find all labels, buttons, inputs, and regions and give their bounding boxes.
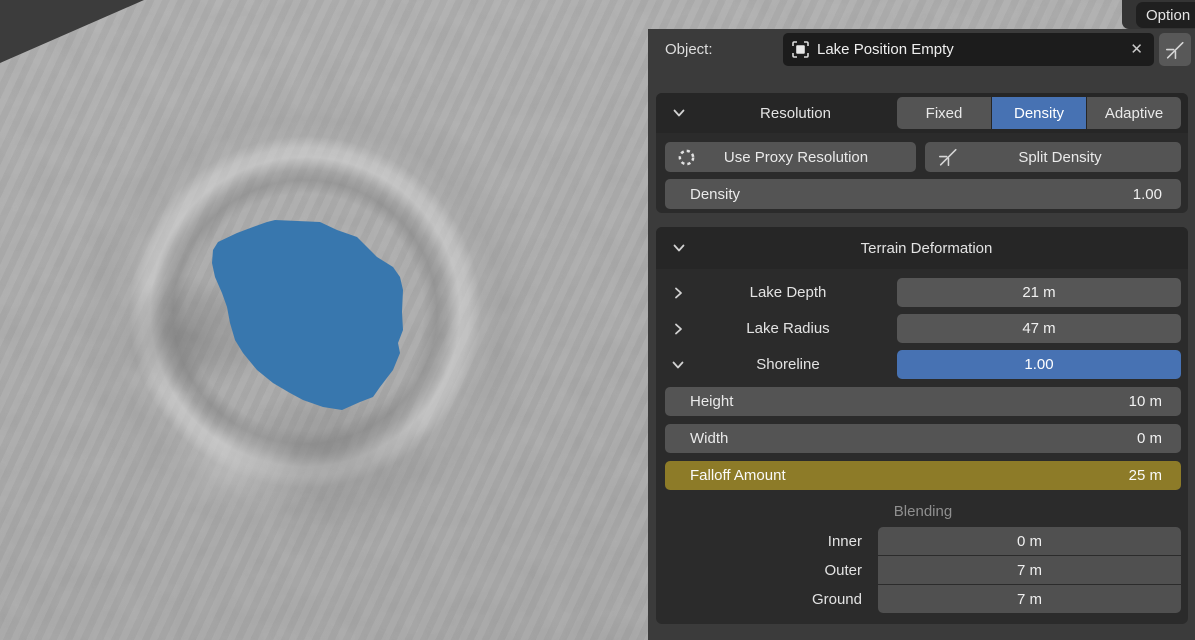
blending-label: Blending <box>665 503 1181 523</box>
resolution-section: Resolution Fixed Density Adaptive Use Pr… <box>656 93 1188 213</box>
object-picker-button[interactable] <box>1159 33 1191 66</box>
chevron-down-icon[interactable] <box>672 106 694 120</box>
chevron-down-icon[interactable] <box>671 358 693 372</box>
options-dropdown-button[interactable]: Option <box>1136 2 1195 28</box>
lake-depth-label: Lake Depth <box>693 284 897 301</box>
falloff-amount-value: 25 m <box>1129 467 1162 484</box>
object-label: Object: <box>665 41 783 58</box>
resolution-header[interactable]: Resolution Fixed Density Adaptive <box>656 93 1188 133</box>
terrain-deformation-title: Terrain Deformation <box>694 240 1159 257</box>
split-density-button[interactable]: Split Density <box>925 142 1181 172</box>
shoreline-sub-sliders: Height 10 m Width 0 m Falloff Amount 25 … <box>665 387 1181 490</box>
lake-radius-row: Lake Radius 47 m <box>665 314 1181 343</box>
density-value: 1.00 <box>1133 186 1162 203</box>
resolution-mode-segmented: Fixed Density Adaptive <box>897 97 1181 129</box>
blending-ground-row: Ground 7 m <box>665 585 1181 613</box>
terrain-deformation-section: Terrain Deformation Lake Depth 21 m Lake… <box>656 227 1188 624</box>
width-label: Width <box>690 430 1137 447</box>
resolution-body: Use Proxy Resolution <box>656 133 1188 213</box>
inner-field[interactable]: 0 m <box>878 527 1181 555</box>
falloff-amount-label: Falloff Amount <box>690 467 1129 484</box>
mode-adaptive-button[interactable]: Adaptive <box>1087 97 1181 129</box>
blending-rows: Inner 0 m Outer 7 m Ground 7 m <box>665 527 1181 613</box>
app-window: Option Object: Lake Position Empty ✕ <box>0 0 1195 640</box>
blending-outer-row: Outer 7 m <box>665 556 1181 584</box>
use-proxy-resolution-button[interactable]: Use Proxy Resolution <box>665 142 916 172</box>
clear-object-icon[interactable]: ✕ <box>1127 40 1146 59</box>
terrain-deformation-header[interactable]: Terrain Deformation <box>656 227 1188 269</box>
chevron-right-icon[interactable] <box>671 286 693 300</box>
width-value: 0 m <box>1137 430 1162 447</box>
height-label: Height <box>690 393 1129 410</box>
object-data-icon <box>792 41 809 58</box>
mode-fixed-button[interactable]: Fixed <box>897 97 991 129</box>
falloff-amount-slider[interactable]: Falloff Amount 25 m <box>665 461 1181 490</box>
inner-label: Inner <box>665 533 878 550</box>
object-select-field[interactable]: Lake Position Empty ✕ <box>783 33 1154 66</box>
object-row: Object: Lake Position Empty ✕ <box>665 33 1191 66</box>
outer-label: Outer <box>665 562 878 579</box>
shoreline-row: Shoreline 1.00 <box>665 350 1181 379</box>
outer-field[interactable]: 7 m <box>878 556 1181 584</box>
lake-tool-panel: Object: Lake Position Empty ✕ <box>648 29 1195 640</box>
lake-radius-value[interactable]: 47 m <box>897 314 1181 343</box>
terrain-deformation-body: Lake Depth 21 m Lake Radius 47 m Shoreli… <box>656 269 1188 624</box>
mode-density-button[interactable]: Density <box>992 97 1086 129</box>
lake-radius-label: Lake Radius <box>693 320 897 337</box>
width-slider[interactable]: Width 0 m <box>665 424 1181 453</box>
object-name-value: Lake Position Empty <box>817 41 1127 58</box>
lake-water-surface <box>0 0 648 640</box>
lake-depth-row: Lake Depth 21 m <box>665 278 1181 307</box>
ground-field[interactable]: 7 m <box>878 585 1181 613</box>
bisect-picker-icon <box>1164 39 1186 61</box>
density-slider[interactable]: Density 1.00 <box>665 179 1181 209</box>
resolution-title: Resolution <box>694 105 897 122</box>
ground-label: Ground <box>665 591 878 608</box>
chevron-right-icon[interactable] <box>671 322 693 336</box>
shoreline-value[interactable]: 1.00 <box>897 350 1181 379</box>
dashed-circle-icon <box>677 148 696 167</box>
bisect-split-icon <box>937 146 959 168</box>
lake-depth-value[interactable]: 21 m <box>897 278 1181 307</box>
shoreline-label: Shoreline <box>693 356 897 373</box>
use-proxy-resolution-label: Use Proxy Resolution <box>696 149 916 166</box>
height-value: 10 m <box>1129 393 1162 410</box>
chevron-down-icon[interactable] <box>672 241 694 255</box>
density-label: Density <box>690 186 1133 203</box>
height-slider[interactable]: Height 10 m <box>665 387 1181 416</box>
split-density-label: Split Density <box>959 149 1181 166</box>
blending-inner-row: Inner 0 m <box>665 527 1181 555</box>
